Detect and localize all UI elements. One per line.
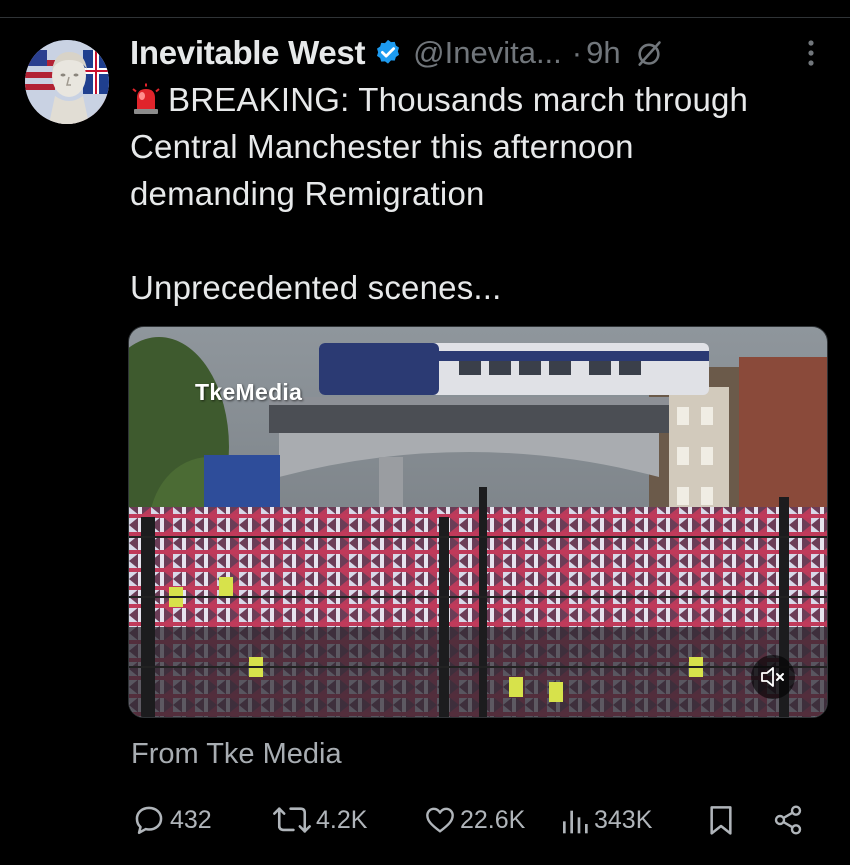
bookmark-button[interactable] bbox=[706, 800, 740, 840]
views-button[interactable]: 343K bbox=[560, 800, 652, 840]
view-count: 343K bbox=[594, 805, 653, 834]
repost-count: 4.2K bbox=[316, 805, 368, 834]
tweet-line-2: Central Manchester this afternoon bbox=[130, 128, 634, 165]
repost-icon bbox=[273, 807, 311, 833]
tweet-line-3: demanding Remigration bbox=[130, 175, 485, 212]
analytics-icon bbox=[563, 810, 588, 834]
grok-icon[interactable] bbox=[635, 39, 663, 67]
reply-icon bbox=[135, 806, 163, 835]
repost-button[interactable]: 4.2K bbox=[272, 800, 367, 840]
user-handle[interactable]: @Inevita... bbox=[413, 35, 562, 71]
share-icon bbox=[774, 805, 802, 835]
media-source[interactable]: From Tke Media bbox=[131, 738, 342, 771]
avatar[interactable] bbox=[25, 40, 109, 124]
tweet-text: BREAKING: Thousands march through Centra… bbox=[130, 76, 830, 311]
like-count: 22.6K bbox=[460, 805, 526, 834]
tweet-line-1-text: BREAKING: Thousands march through bbox=[168, 81, 749, 118]
reply-button[interactable]: 432 bbox=[132, 800, 212, 840]
share-button[interactable] bbox=[772, 800, 808, 840]
more-options-icon[interactable] bbox=[806, 38, 816, 68]
separator-dot: · bbox=[571, 35, 583, 70]
action-bar: 432 4.2K 22.6K 343K bbox=[130, 800, 810, 840]
reply-count: 432 bbox=[170, 805, 212, 834]
mute-button[interactable] bbox=[751, 655, 795, 699]
video-watermark: TkeMedia bbox=[195, 379, 303, 405]
bookmark-icon bbox=[710, 806, 732, 835]
tweet-header: Inevitable West @Inevita... · 9h bbox=[130, 30, 830, 76]
siren-emoji-icon bbox=[132, 83, 160, 114]
tweet-page: Inevitable West @Inevita... · 9h BREAKIN… bbox=[0, 0, 850, 865]
display-name[interactable]: Inevitable West bbox=[130, 34, 365, 72]
divider bbox=[0, 17, 850, 18]
volume-muted-icon bbox=[761, 667, 784, 687]
heart-icon bbox=[426, 807, 454, 833]
tweet-video[interactable]: TkeMedia bbox=[128, 326, 828, 718]
tweet-line-1: BREAKING: Thousands march through bbox=[130, 76, 830, 123]
avatar-image bbox=[25, 40, 109, 124]
like-button[interactable]: 22.6K bbox=[424, 800, 525, 840]
timestamp[interactable]: 9h bbox=[586, 35, 620, 71]
verified-badge-icon[interactable] bbox=[373, 38, 403, 68]
tweet-line-4: Unprecedented scenes... bbox=[130, 269, 502, 306]
